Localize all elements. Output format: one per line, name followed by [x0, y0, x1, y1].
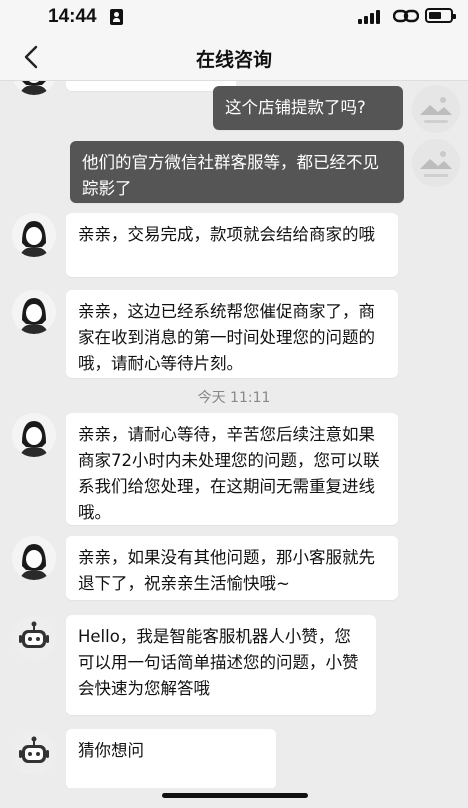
- message-bubble: 亲亲，交易完成，款项就会结给商家的哦: [66, 213, 398, 277]
- agent-avatar-icon: [12, 290, 56, 334]
- bot-avatar: [12, 616, 56, 660]
- chat-timestamp: 今天 11:11: [197, 390, 271, 406]
- home-indicator-area: [0, 788, 468, 808]
- agent-avatar-icon: [12, 213, 56, 257]
- agent-avatar: [12, 213, 56, 257]
- message-bubble: 他们的官方微信社群客服等，都已经不见踪影了: [70, 141, 404, 203]
- signal-icon: [358, 8, 384, 24]
- message-bubble: 亲亲，如果没有其他问题，那小客服就先退下了，祝亲亲生活愉快哦~: [66, 536, 398, 600]
- battery-icon: [425, 8, 456, 23]
- chat-area[interactable]: 这个店铺提款了吗? 他们的官方微信社群客服等，都已经不见踪影了 亲亲，交易完成，: [0, 81, 468, 788]
- message-bubble: 这个店铺提款了吗?: [213, 86, 403, 130]
- nav-bar: 在线咨询: [0, 34, 468, 81]
- robot-avatar-icon: [12, 731, 56, 775]
- image-placeholder-icon: [412, 85, 460, 133]
- status-time: 14:44: [48, 6, 97, 27]
- message-bubble: Hello，我是智能客服机器人小赞，您可以用一句话简单描述您的问题，小赞会快速为…: [66, 615, 376, 715]
- agent-avatar: [12, 81, 56, 95]
- home-indicator[interactable]: [162, 793, 308, 798]
- status-bar: 14:44: [0, 0, 468, 34]
- message-bubble: 亲亲，这边已经系统帮您催促商家了，商家在收到消息的第一时间处理您的问题的哦，请耐…: [66, 290, 398, 378]
- message-text: 猜你想问: [78, 741, 144, 760]
- person-icon: [110, 9, 123, 25]
- message-text: 这个店铺提款了吗?: [225, 98, 366, 117]
- robot-avatar-icon: [12, 616, 56, 660]
- agent-avatar: [12, 536, 56, 580]
- message-bubble: 猜你想问: [66, 729, 276, 788]
- message-text: 他们的官方微信社群客服等，都已经不见踪影了: [82, 153, 379, 198]
- user-avatar: [412, 139, 460, 187]
- message-bubble-partial: [66, 81, 236, 91]
- message-bubble: 亲亲，请耐心等待，辛苦您后续注意如果商家72小时内未处理您的问题，您可以联系我们…: [66, 413, 398, 525]
- message-text: Hello，我是智能客服机器人小赞，您可以用一句话简单描述您的问题，小赞会快速为…: [78, 627, 359, 698]
- link-icon: [393, 9, 419, 23]
- message-text: 亲亲，如果没有其他问题，那小客服就先退下了，祝亲亲生活愉快哦~: [78, 548, 375, 593]
- message-text: 亲亲，交易完成，款项就会结给商家的哦: [78, 225, 375, 244]
- user-avatar: [412, 85, 460, 133]
- page-title: 在线咨询: [195, 49, 272, 71]
- agent-avatar-icon: [12, 413, 56, 457]
- message-text: 亲亲，这边已经系统帮您催促商家了，商家在收到消息的第一时间处理您的问题的哦，请耐…: [78, 302, 375, 373]
- agent-avatar-icon: [12, 536, 56, 580]
- agent-avatar: [12, 413, 56, 457]
- agent-avatar-icon: [13, 81, 55, 95]
- image-placeholder-icon: [412, 139, 460, 187]
- agent-avatar: [12, 290, 56, 334]
- message-text: 亲亲，请耐心等待，辛苦您后续注意如果商家72小时内未处理您的问题，您可以联系我们…: [78, 425, 380, 522]
- bot-avatar: [12, 731, 56, 775]
